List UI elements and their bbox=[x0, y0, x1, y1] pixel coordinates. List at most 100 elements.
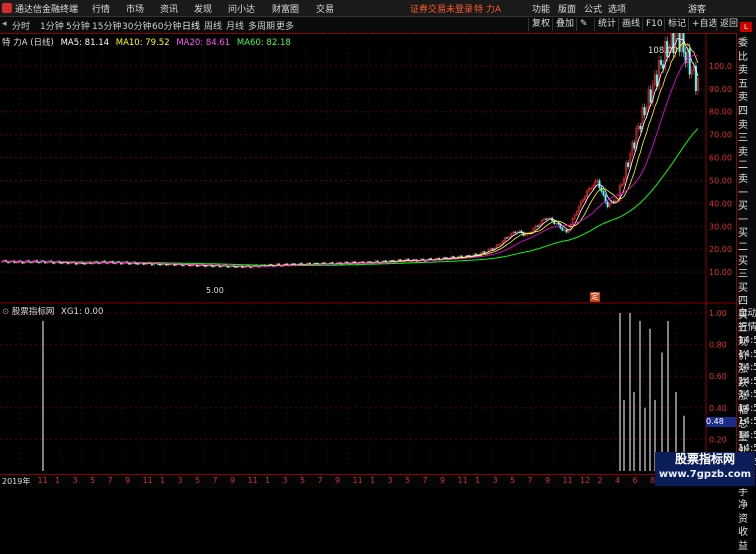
overlay-button[interactable]: 叠加 bbox=[552, 18, 577, 31]
period-5min[interactable]: 5分钟 bbox=[66, 19, 90, 32]
menu-layout[interactable]: 版面 bbox=[558, 2, 576, 15]
stats-button[interactable]: 统计 bbox=[594, 18, 619, 31]
y-tick-label: 50.00 bbox=[709, 176, 732, 185]
stock-name-title: 特 力A bbox=[474, 5, 502, 15]
quote-label: 买一 bbox=[738, 201, 748, 226]
draw-button[interactable]: ✎ bbox=[576, 18, 591, 31]
period-15min[interactable]: 15分钟 bbox=[92, 19, 121, 32]
login-notice[interactable]: 证券交易未登录 bbox=[410, 2, 473, 15]
quote-label: 收益 bbox=[738, 527, 748, 552]
y-axis-labels: 100.0 90.00 80.00 70.00 60.00 50.00 40.00 30.00… bbox=[709, 62, 732, 444]
mark-button[interactable]: 标记 bbox=[664, 18, 689, 31]
menu-function[interactable]: 功能 bbox=[532, 2, 550, 15]
candle-body bbox=[60, 262, 63, 264]
tick-time-label: 14:5 bbox=[738, 429, 756, 441]
ma5-label: MA5: 81.14 bbox=[60, 38, 110, 48]
watermark-title: 股票指标网 bbox=[674, 452, 735, 466]
period-multi[interactable]: 多周期 bbox=[248, 19, 275, 32]
menu-discover[interactable]: 发现 bbox=[194, 2, 212, 15]
y-tick-label: 0.80 bbox=[709, 341, 727, 350]
period-1min[interactable]: 1分钟 bbox=[40, 19, 64, 32]
menu-wealth[interactable]: 财富圈 bbox=[272, 2, 299, 15]
period-30min[interactable]: 30分钟 bbox=[122, 19, 151, 32]
y-tick-label: 60.00 bbox=[709, 154, 732, 163]
candle-body bbox=[368, 261, 371, 263]
tick-time-label: 14:5 bbox=[738, 348, 756, 360]
back-button[interactable]: 返回 bbox=[716, 18, 741, 31]
indicator-title: 股票指标网 bbox=[11, 307, 55, 317]
date-label: 5 bbox=[300, 476, 306, 485]
date-label: 7 bbox=[212, 476, 218, 485]
candle-body bbox=[659, 60, 662, 65]
menu-news[interactable]: 资讯 bbox=[160, 2, 178, 15]
period-tick[interactable]: 分时 bbox=[12, 19, 30, 32]
candle-body bbox=[649, 89, 652, 103]
quote-label: 买四 bbox=[738, 282, 748, 308]
date-label: 1 bbox=[160, 476, 166, 485]
y-tick-label: 90.00 bbox=[709, 85, 732, 94]
date-label: 3 bbox=[282, 476, 288, 485]
event-marker-icon[interactable]: 定 bbox=[590, 292, 600, 302]
y-tick-label: 40.00 bbox=[709, 199, 732, 208]
date-label: 7 bbox=[422, 476, 428, 485]
menu-options[interactable]: 选项 bbox=[608, 2, 626, 15]
period-weekly[interactable]: 周线 bbox=[204, 19, 222, 32]
settings-icon[interactable]: ⊙ bbox=[2, 307, 9, 317]
period-daily[interactable]: 日线 bbox=[182, 19, 200, 32]
candle-body bbox=[212, 266, 215, 268]
date-label: 7 bbox=[107, 476, 113, 485]
period-monthly[interactable]: 月线 bbox=[226, 19, 244, 32]
tick-time-label: 14:5 bbox=[738, 389, 756, 400]
date-label: 5 bbox=[195, 476, 201, 485]
user-label[interactable]: 游客 bbox=[688, 2, 706, 15]
date-label: 11 bbox=[457, 476, 468, 485]
menu-ask[interactable]: 问小达 bbox=[228, 2, 255, 15]
high-price-label: 108.00 bbox=[648, 46, 678, 56]
period-more[interactable]: 更多 bbox=[276, 19, 294, 32]
side-tab-icon[interactable]: L bbox=[740, 22, 752, 32]
date-label: 3 bbox=[387, 476, 393, 485]
collapse-icon[interactable]: ◂ bbox=[2, 19, 7, 29]
date-label: 2 bbox=[597, 476, 603, 485]
date-label: 9 bbox=[125, 476, 131, 485]
app-logo-icon bbox=[2, 3, 12, 13]
quote-label: 买二 bbox=[738, 228, 748, 253]
ma5-line bbox=[1, 37, 699, 268]
quote-label: 买三 bbox=[738, 255, 748, 281]
date-label: 6 bbox=[632, 476, 638, 485]
tick-time-label: 自动 bbox=[738, 308, 756, 319]
tick-time-label: 14:5 bbox=[738, 335, 756, 346]
date-label: 3 bbox=[177, 476, 183, 485]
candle-body bbox=[606, 201, 609, 207]
menu-formula[interactable]: 公式 bbox=[584, 2, 602, 15]
date-label: 11 bbox=[352, 476, 363, 485]
date-label: 11 bbox=[142, 476, 153, 485]
candle-body bbox=[491, 248, 494, 250]
candle-body bbox=[421, 258, 424, 261]
adjust-button[interactable]: 复权 bbox=[528, 18, 553, 31]
chart-canvas[interactable]: 100.0 90.00 80.00 70.00 60.00 50.00 40.00 30.00… bbox=[0, 33, 736, 474]
quote-label: 净资 bbox=[738, 500, 748, 525]
menu-trade[interactable]: 交易 bbox=[316, 2, 334, 15]
quote-label: 卖三 bbox=[738, 119, 748, 145]
low-price-label: 5.00 bbox=[206, 286, 224, 295]
date-axis-bar bbox=[0, 474, 756, 488]
menu-quotes[interactable]: 行情 bbox=[92, 2, 110, 15]
candle-body bbox=[639, 125, 642, 130]
date-label: 9 bbox=[545, 476, 551, 485]
tick-labels: 自动行情14:514:514:514:514:514:514:514:514:5… bbox=[738, 307, 756, 469]
date-label: 3 bbox=[72, 476, 78, 485]
y-tick-label: 100.0 bbox=[709, 62, 732, 71]
date-label: 7 bbox=[527, 476, 533, 485]
ma60-label: MA60: 82.18 bbox=[236, 38, 291, 48]
drawline-button[interactable]: 画线 bbox=[618, 18, 643, 31]
period-60min[interactable]: 60分钟 bbox=[152, 19, 181, 32]
date-label: 9 bbox=[230, 476, 236, 485]
candle-body bbox=[506, 237, 509, 239]
f10-button[interactable]: F10 bbox=[642, 18, 666, 31]
ma20-line bbox=[1, 54, 698, 267]
menu-market[interactable]: 市场 bbox=[126, 2, 144, 15]
main-chart-header: 特 力A (日线) MA5: 81.14 MA10: 79.52 MA20: 8… bbox=[2, 36, 291, 48]
date-label: 4 bbox=[615, 476, 621, 485]
y-tick-label: 20.00 bbox=[709, 245, 732, 254]
